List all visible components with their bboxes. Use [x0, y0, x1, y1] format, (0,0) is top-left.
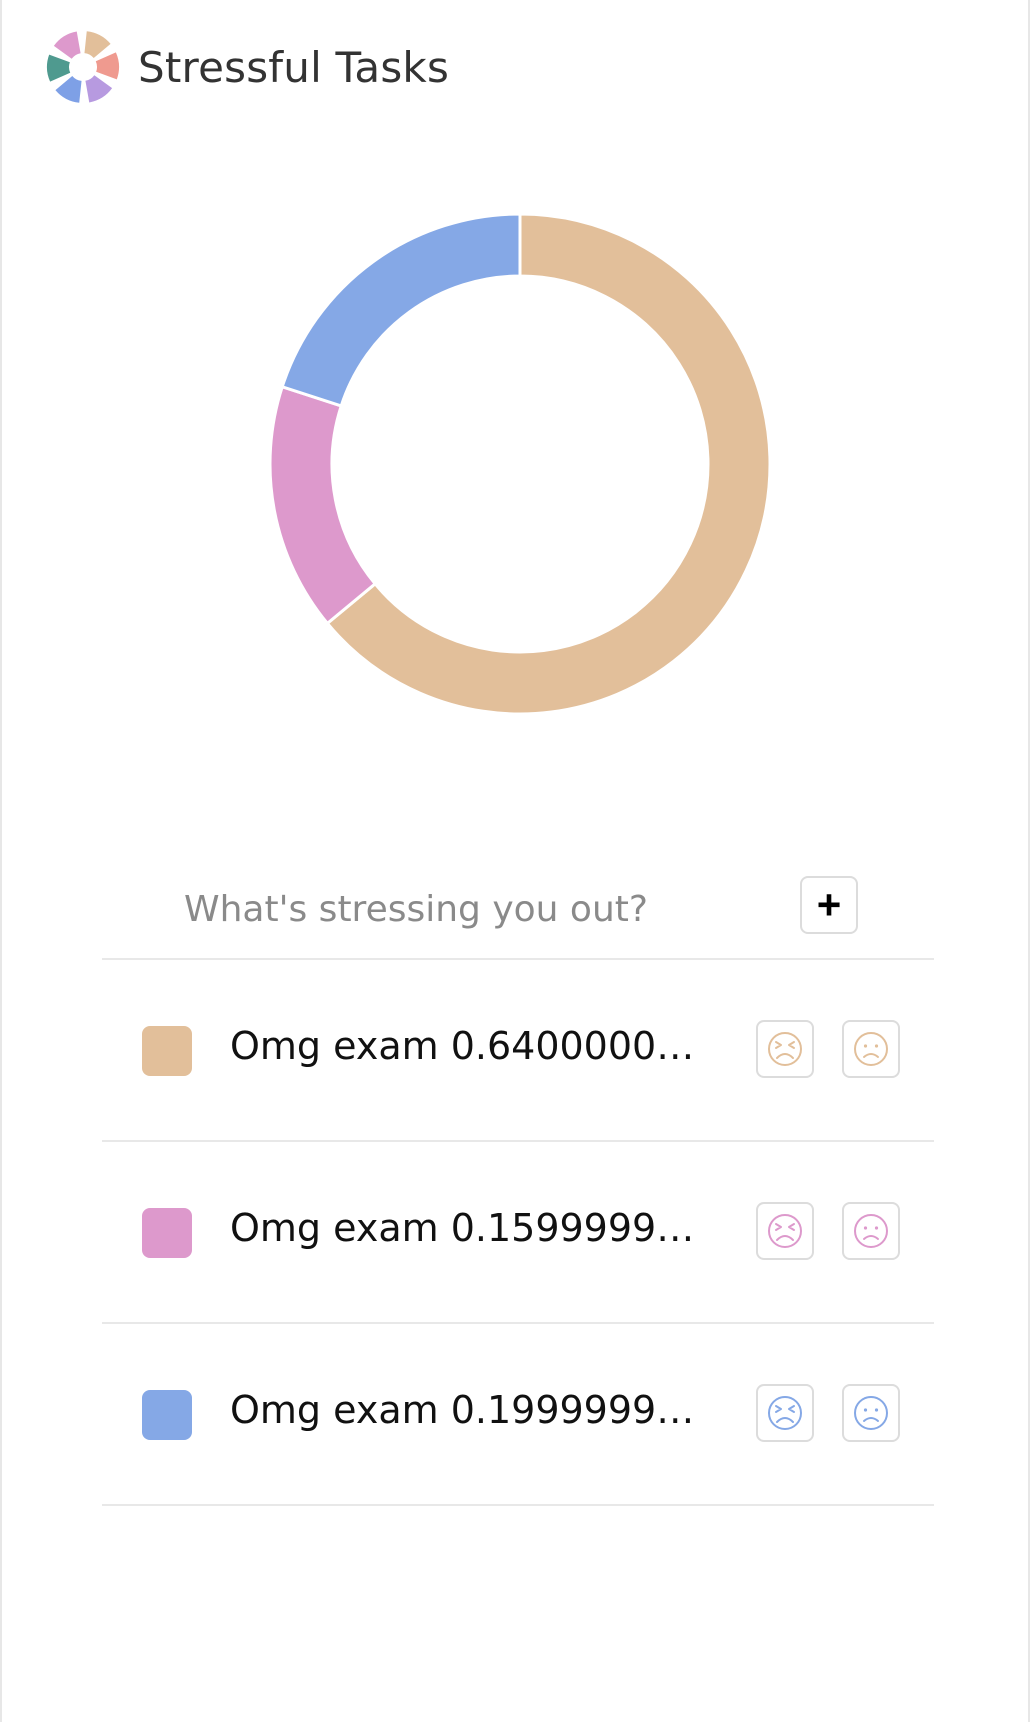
donut-slice	[280, 212, 522, 408]
logo-wedge	[84, 31, 111, 59]
task-label: Omg exam 0.64000000...	[230, 1024, 700, 1068]
task-row: Omg exam 0.15999999...	[102, 1142, 934, 1324]
app-header: Stressful Tasks	[46, 30, 449, 104]
logo-wedge	[85, 75, 113, 103]
task-color-swatch	[142, 1208, 192, 1258]
stress-donut-chart	[268, 212, 772, 716]
task-color-swatch	[142, 1026, 192, 1076]
stressed-face-icon	[768, 1214, 802, 1248]
logo-wedge	[47, 54, 71, 82]
logo-wedge	[55, 75, 82, 103]
stressed-face-button[interactable]	[756, 1020, 814, 1078]
stressed-face-icon	[768, 1396, 802, 1430]
stressed-face-button[interactable]	[756, 1384, 814, 1442]
stress-input[interactable]	[182, 882, 686, 936]
add-task-button[interactable]: +	[800, 876, 858, 934]
task-label: Omg exam 0.19999999...	[230, 1388, 700, 1432]
app-frame: Stressful Tasks + Omg exam 0.64000000...…	[0, 0, 1030, 1722]
logo-wedge	[95, 52, 119, 80]
task-color-swatch	[142, 1390, 192, 1440]
donut-slice	[268, 384, 378, 626]
task-row: Omg exam 0.19999999...	[102, 1324, 934, 1506]
frown-face-icon	[854, 1214, 888, 1248]
frown-face-button[interactable]	[842, 1202, 900, 1260]
task-list: Omg exam 0.64000000... Omg exam 0.159999…	[102, 960, 934, 1506]
stressed-face-icon	[768, 1032, 802, 1066]
app-title: Stressful Tasks	[138, 42, 450, 92]
task-label: Omg exam 0.15999999...	[230, 1206, 700, 1250]
app-logo-icon	[47, 31, 119, 103]
task-row: Omg exam 0.64000000...	[102, 960, 934, 1142]
frown-face-button[interactable]	[842, 1384, 900, 1442]
frown-face-button[interactable]	[842, 1020, 900, 1078]
logo-wedge	[53, 31, 81, 59]
new-task-row: +	[102, 862, 934, 960]
stressed-face-button[interactable]	[756, 1202, 814, 1260]
frown-face-icon	[854, 1032, 888, 1066]
frown-face-icon	[854, 1396, 888, 1430]
